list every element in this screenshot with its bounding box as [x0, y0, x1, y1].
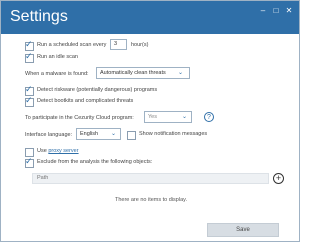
schedule-label: Run a scheduled scan every — [37, 42, 107, 48]
settings-window: Settings – □ ✕ Run a scheduled scan ever… — [0, 0, 300, 242]
close-icon[interactable]: ✕ — [283, 6, 295, 16]
malware-action-label: When a malware is found: — [25, 71, 89, 77]
exclude-label: Exclude from the analysis the following … — [37, 159, 153, 165]
idle-scan-checkbox[interactable] — [25, 52, 34, 63]
window-controls: – □ ✕ — [256, 6, 295, 16]
cloud-value: Yes — [148, 114, 157, 120]
title-bar: Settings – □ ✕ — [1, 1, 299, 34]
add-icon[interactable]: + — [273, 173, 284, 184]
path-filter-input[interactable]: Path — [32, 173, 269, 184]
malware-action-value: Automatically clean threats — [100, 70, 166, 76]
proxy-row: Use proxy server — [37, 148, 79, 154]
notifications-label: Show notification messages — [139, 131, 208, 137]
chevron-down-icon[interactable]: ⌄ — [178, 69, 183, 76]
notifications-checkbox[interactable] — [127, 131, 136, 140]
bootkits-label: Detect bootkits and complicated threats — [37, 98, 134, 104]
language-value: English — [80, 131, 99, 137]
cloud-label: To participate in the Cezurity Cloud pro… — [25, 115, 134, 121]
language-label: Interface language: — [25, 132, 73, 138]
proxy-prefix: Use — [37, 148, 47, 154]
save-button[interactable]: Save — [207, 223, 279, 237]
riskware-label: Detect riskware (potentially dangerous) … — [37, 87, 158, 93]
schedule-checkbox[interactable] — [25, 40, 34, 51]
chevron-down-icon[interactable]: ⌄ — [182, 113, 187, 120]
maximize-icon[interactable]: □ — [270, 6, 282, 16]
riskware-checkbox[interactable] — [25, 85, 34, 96]
help-icon[interactable]: ? — [204, 112, 214, 122]
proxy-server-link[interactable]: proxy server — [48, 148, 78, 154]
window-title: Settings — [10, 8, 68, 25]
chevron-down-icon[interactable]: ⌄ — [111, 130, 116, 137]
bootkits-checkbox[interactable] — [25, 96, 34, 107]
schedule-unit: hour(s) — [131, 42, 149, 48]
empty-list-message: There are no items to display. — [114, 197, 188, 203]
idle-scan-label: Run an idle scan — [37, 54, 78, 60]
minimize-icon[interactable]: – — [257, 6, 269, 16]
exclude-checkbox[interactable] — [25, 157, 34, 168]
schedule-hours-input[interactable]: 3 — [110, 39, 127, 50]
malware-action-select[interactable]: Automatically clean threats — [96, 67, 190, 79]
proxy-checkbox[interactable] — [25, 148, 34, 157]
